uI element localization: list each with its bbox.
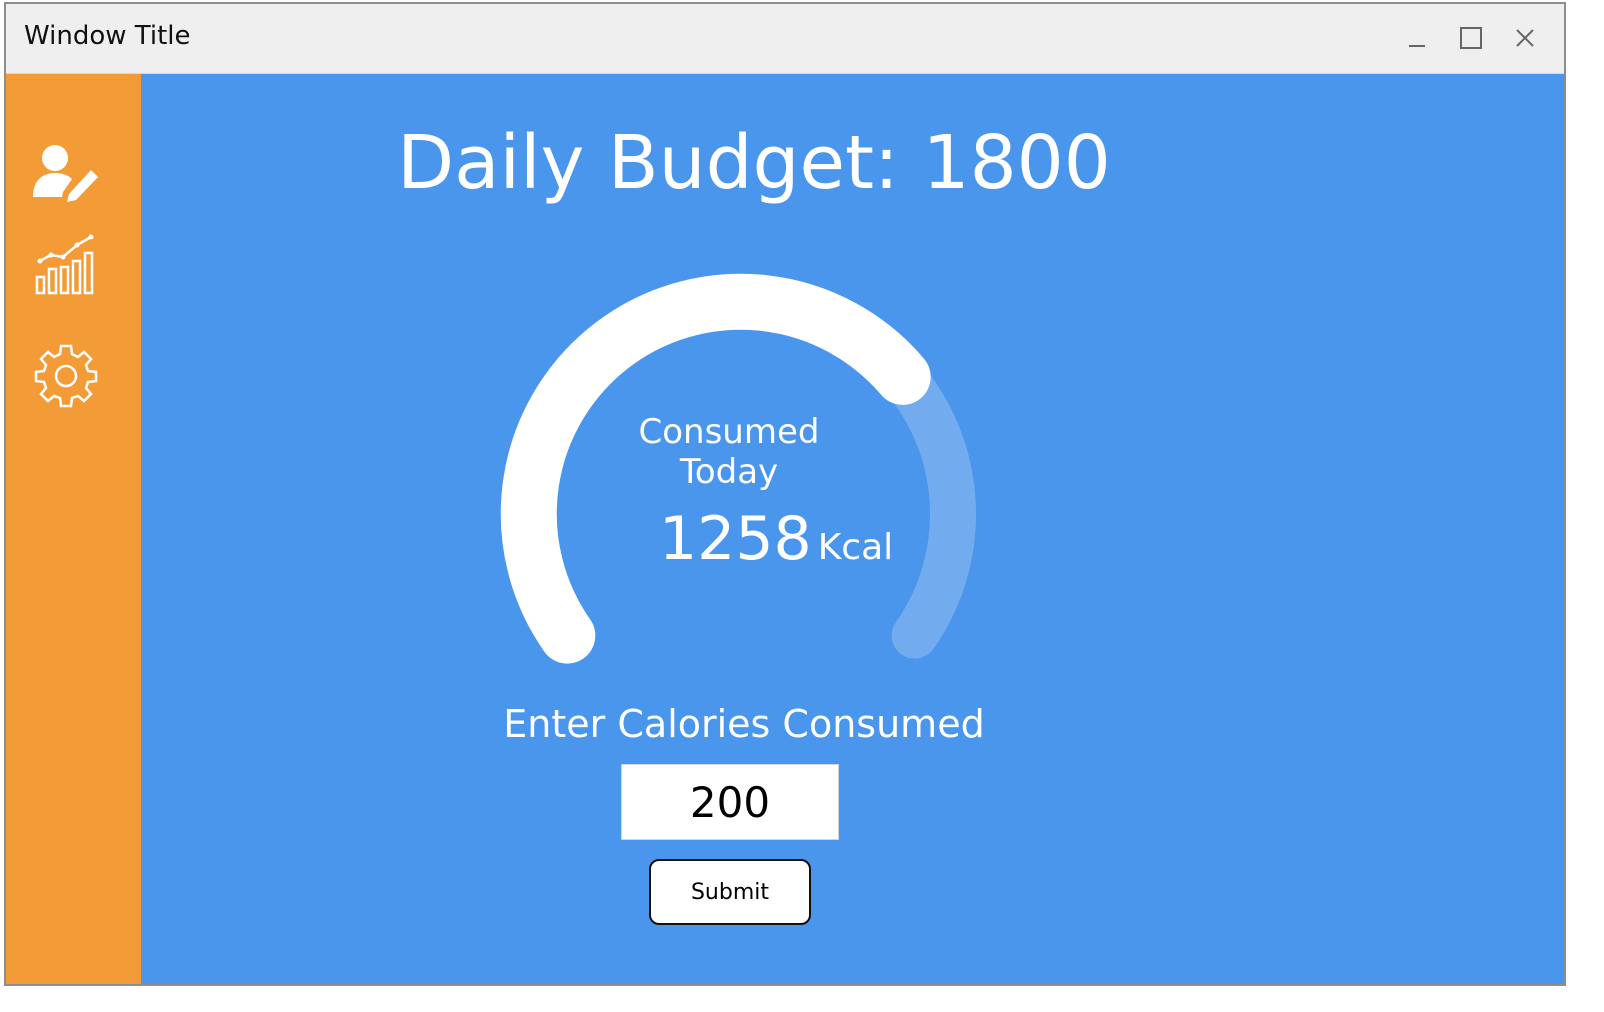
consumed-value: 1258 [659, 504, 812, 574]
calories-input[interactable] [621, 764, 839, 840]
gauge-value-row: 1258 Kcal [659, 504, 893, 574]
close-icon [1516, 29, 1534, 47]
maximize-icon [1460, 27, 1482, 49]
submit-button[interactable]: Submit [649, 859, 811, 925]
sidebar [6, 74, 141, 984]
chart-growth-icon [35, 234, 94, 295]
title-bar: Window Title [6, 4, 1564, 74]
daily-budget-title: Daily Budget: 1800 [397, 120, 1111, 206]
maximize-button[interactable] [1444, 18, 1498, 58]
consumed-unit: Kcal [817, 527, 894, 568]
gear-icon [34, 344, 98, 408]
minimize-button[interactable] [1390, 18, 1444, 58]
window-title: Window Title [24, 21, 191, 51]
enter-calories-label: Enter Calories Consumed [503, 702, 985, 746]
sidebar-item-settings[interactable] [30, 340, 102, 412]
gauge-label-line2: Today [679, 452, 779, 492]
sidebar-item-profile[interactable] [30, 136, 102, 208]
sidebar-item-stats[interactable] [30, 228, 102, 300]
user-edit-icon [33, 145, 98, 202]
window-controls [1390, 18, 1552, 58]
main-panel: Daily Budget: 1800 Consumed Today 1258 Kc… [141, 74, 1564, 984]
gauge-label-line1: Consumed [638, 412, 820, 452]
gauge-label: Consumed Today [141, 412, 1317, 492]
close-button[interactable] [1498, 18, 1552, 58]
app-window: Window Title Daily Budget: 1800 Consumed… [4, 2, 1566, 986]
minimize-icon [1409, 45, 1425, 47]
